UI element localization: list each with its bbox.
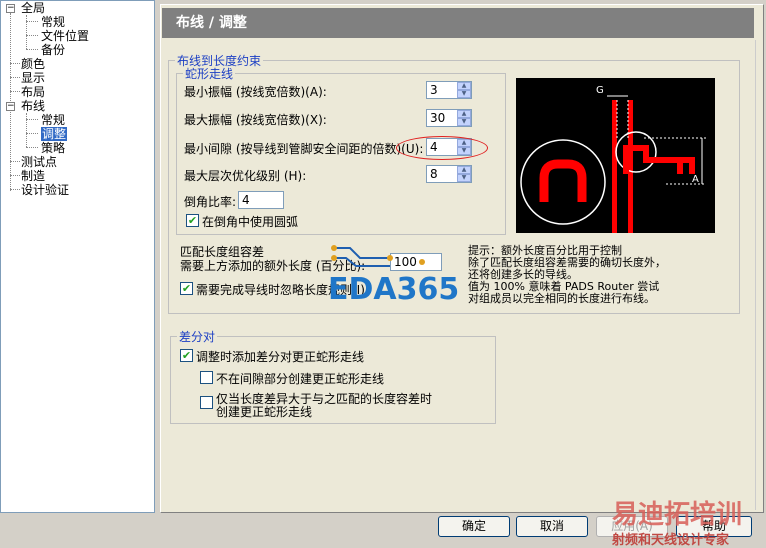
ignore-length-checkbox[interactable]: ✔ — [180, 282, 193, 295]
tree-item-general[interactable]: 常规 — [41, 15, 65, 29]
tree-item-manufacturing[interactable]: 制造 — [21, 169, 45, 183]
no-gap-correction-checkbox[interactable] — [200, 371, 213, 384]
eda365-watermark: EDA365 — [328, 272, 460, 307]
tree-item-display[interactable]: 显示 — [21, 71, 45, 85]
collapse-toggle-icon[interactable]: − — [6, 4, 15, 13]
diff-pair-legend: 差分对 — [179, 330, 216, 344]
ok-button[interactable]: 确定 — [438, 516, 510, 537]
min-amplitude-label: 最小振幅 (按线宽倍数)(A): — [184, 85, 327, 99]
trace-graphic — [331, 245, 425, 267]
tolerance-correction-label-2: 创建更正蛇形走线 — [216, 405, 313, 419]
min-amplitude-stepper[interactable]: 3 ▲ ▼ — [426, 81, 472, 99]
spin-up-icon[interactable]: ▲ — [457, 110, 471, 118]
tip-text: 提示：额外长度百分比用于控制 除了匹配长度组容差需要的确切长度外， 还将创建多长… — [468, 245, 708, 305]
min-gap-label: 最小间隙 (按导线到管脚安全间距的倍数)(U): — [184, 142, 424, 156]
page-title: 布线 / 调整 — [162, 8, 754, 38]
tip-line: 对组成员以完全相同的长度进行布线。 — [468, 292, 655, 305]
tree-item-colors[interactable]: 颜色 — [21, 57, 45, 71]
spin-down-icon[interactable]: ▼ — [457, 174, 471, 182]
tree-item-tuning[interactable]: 调整 — [41, 127, 68, 141]
gap-g-label: G — [596, 85, 604, 96]
cancel-button[interactable]: 取消 — [516, 516, 588, 537]
tree-item-backup[interactable]: 备份 — [41, 43, 65, 57]
amplitude-a-label: A — [692, 174, 699, 185]
spin-up-icon[interactable]: ▲ — [457, 82, 471, 90]
use-arc-checkbox[interactable]: ✔ — [186, 214, 199, 227]
tree-item-routing[interactable]: 布线 — [21, 99, 45, 113]
brand-subtitle-watermark: 射频和天线设计专家 — [612, 533, 730, 548]
collapse-toggle-icon[interactable]: − — [6, 102, 15, 111]
max-level-label: 最大层次优化级别 (H): — [184, 169, 307, 183]
tolerance-correction-checkbox[interactable] — [200, 396, 213, 409]
use-arc-label: 在倒角中使用圆弧 — [202, 215, 299, 229]
highlight-ellipse — [396, 136, 488, 160]
min-amplitude-value[interactable]: 3 — [430, 83, 438, 97]
max-level-stepper[interactable]: 8 ▲ ▼ — [426, 165, 472, 183]
tree-item-strategy[interactable]: 策略 — [41, 141, 65, 155]
max-amplitude-value[interactable]: 30 — [430, 111, 445, 125]
add-diff-correction-label: 调整时添加差分对更正蛇形走线 — [196, 350, 365, 364]
spin-down-icon[interactable]: ▼ — [457, 90, 471, 98]
serpentine-legend: 蛇形走线 — [185, 67, 234, 81]
spin-up-icon[interactable]: ▲ — [457, 166, 471, 174]
tree-item-file-locations[interactable]: 文件位置 — [41, 29, 89, 43]
tree-item-layout[interactable]: 布局 — [21, 85, 45, 99]
tree-item-routing-general[interactable]: 常规 — [41, 113, 65, 127]
spin-down-icon[interactable]: ▼ — [457, 118, 471, 126]
category-tree[interactable]: − 全局 常规 文件位置 备份 颜色 显示 布局 − 布线 常规 调整 策略 测… — [0, 0, 155, 513]
max-amplitude-label: 最大振幅 (按线宽倍数)(X): — [184, 113, 327, 127]
max-level-value[interactable]: 8 — [430, 167, 438, 181]
add-diff-correction-checkbox[interactable]: ✔ — [180, 349, 193, 362]
chamfer-ratio-label: 倒角比率: — [184, 195, 237, 209]
scrollbar[interactable] — [755, 40, 763, 510]
max-amplitude-stepper[interactable]: 30 ▲ ▼ — [426, 109, 472, 127]
tree-item-test-points[interactable]: 测试点 — [21, 155, 57, 169]
tree-item-global[interactable]: 全局 — [21, 1, 45, 15]
brand-watermark: 易迪拓培训 — [612, 500, 743, 530]
serpentine-diagram: G A — [516, 78, 715, 233]
tree-item-design-verification[interactable]: 设计验证 — [21, 183, 69, 197]
no-gap-correction-label: 不在间隙部分创建更正蛇形走线 — [216, 372, 385, 386]
chamfer-ratio-input[interactable]: 4 — [238, 191, 284, 209]
